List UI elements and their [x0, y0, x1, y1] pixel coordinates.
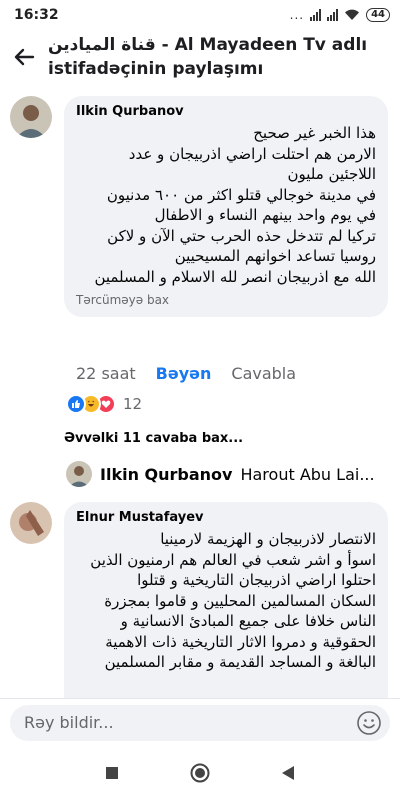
back-button[interactable]	[0, 33, 48, 81]
comment-line: اللاجئين مليون	[287, 165, 377, 183]
comment-line: السكان المسالمين المحليين و قاموا بمجزرة	[104, 591, 376, 610]
emoji-icon[interactable]	[356, 710, 382, 736]
comment: Elnur Mustafayev الانتصار لاذربيجان و ال…	[10, 502, 388, 698]
avatar[interactable]	[10, 96, 52, 138]
reply-text: Harout Abu Lai...	[240, 464, 375, 484]
reply-author: Ilkin Qurbanov	[100, 464, 233, 484]
avatar	[66, 461, 92, 487]
comment-line: الارمن هم احتلت اراضي اذربيجان و عدد	[128, 144, 376, 163]
reply-button[interactable]: Cavabla	[231, 364, 296, 383]
like-icon	[66, 394, 86, 414]
comment-line: روسيا تساعد اخوانهم المسيحيين	[174, 247, 376, 265]
battery-icon: 44	[366, 8, 390, 22]
comment-line: تركيا لم تتدخل حذه الحرب حتي الآن و لاكن	[107, 226, 376, 245]
comment-input-container	[10, 704, 390, 741]
back-arrow-icon	[14, 48, 35, 66]
clock: 16:32	[14, 7, 59, 23]
comment-line: احتلوا اراضي اذربيجان التاريخية و قتلوا	[137, 571, 376, 589]
comment-author[interactable]: Elnur Mustafayev	[76, 510, 376, 525]
comment-bubble: Ilkin Qurbanov هذا الخبر غير صحيح الارمن…	[64, 96, 388, 317]
signal-icon	[310, 9, 322, 21]
comment-text: الانتصار لاذربيجان و الهزيمة لارمينيا اس…	[76, 529, 376, 673]
like-button[interactable]: Bəyən	[156, 364, 212, 383]
comment-composer	[0, 698, 400, 746]
comment-line: في يوم واحد بينهم النساء و الاطفال	[154, 206, 376, 224]
reaction-count: 12	[123, 395, 143, 413]
comment-author[interactable]: Ilkin Qurbanov	[76, 104, 376, 119]
comment-actions: 22 saat Bəyən Cavabla	[76, 364, 296, 383]
status-bar: 16:32 ... 44	[0, 0, 400, 30]
comment-line: الناس خلافا على جميع المبادئ الانسانية و	[120, 612, 376, 630]
comment-bubble: Elnur Mustafayev الانتصار لاذربيجان و ال…	[64, 502, 388, 698]
comment-line: الله مع اذربيجان انصر لله الاسلام و المس…	[94, 267, 376, 286]
view-previous-replies-link[interactable]: Əvvəlki 11 cavaba bax...	[64, 431, 243, 446]
reactions-summary[interactable]: 12	[66, 394, 142, 414]
see-translation-link[interactable]: Tərcüməyə bax	[76, 293, 376, 307]
system-nav-bar	[0, 746, 400, 800]
comment-timestamp: 22 saat	[76, 364, 136, 383]
comment: Ilkin Qurbanov هذا الخبر غير صحيح الارمن…	[10, 96, 388, 317]
reply-preview[interactable]: Ilkin Qurbanov Harout Abu Lai...	[66, 461, 400, 487]
comment-line: هذا الخبر غير صحيح	[253, 124, 376, 142]
avatar[interactable]	[10, 502, 52, 544]
notification-dots-icon: ...	[289, 8, 305, 22]
page-header: قناة الميادين - Al Mayadeen Tv adlı isti…	[0, 30, 400, 84]
comment-input[interactable]	[24, 713, 356, 732]
comment-line: الانتصار لاذربيجان و الهزيمة لارمينيا	[160, 530, 376, 548]
wifi-icon	[345, 9, 360, 20]
comment-line: الحقوقية و دمروا الاثار التاريخية ذات ال…	[105, 632, 376, 651]
recents-button[interactable]	[105, 766, 119, 780]
signal-icon-2	[327, 9, 339, 21]
page-title: قناة الميادين - Al Mayadeen Tv adlı isti…	[48, 35, 368, 79]
comment-line: في مدينة خوجالي قتلو اكثر من ٦٠٠ مدنيون	[106, 185, 376, 204]
comment-text: هذا الخبر غير صحيح الارمن هم احتلت اراضي…	[76, 123, 376, 287]
comment-line: اسوأ و اشر شعب في العالم هم ارمنيون الذي…	[90, 550, 376, 569]
comment-line: البالغة و المساجد القديمة و مقابر المسلم…	[104, 653, 376, 671]
back-nav-button[interactable]	[281, 765, 295, 781]
home-button[interactable]	[190, 763, 210, 783]
